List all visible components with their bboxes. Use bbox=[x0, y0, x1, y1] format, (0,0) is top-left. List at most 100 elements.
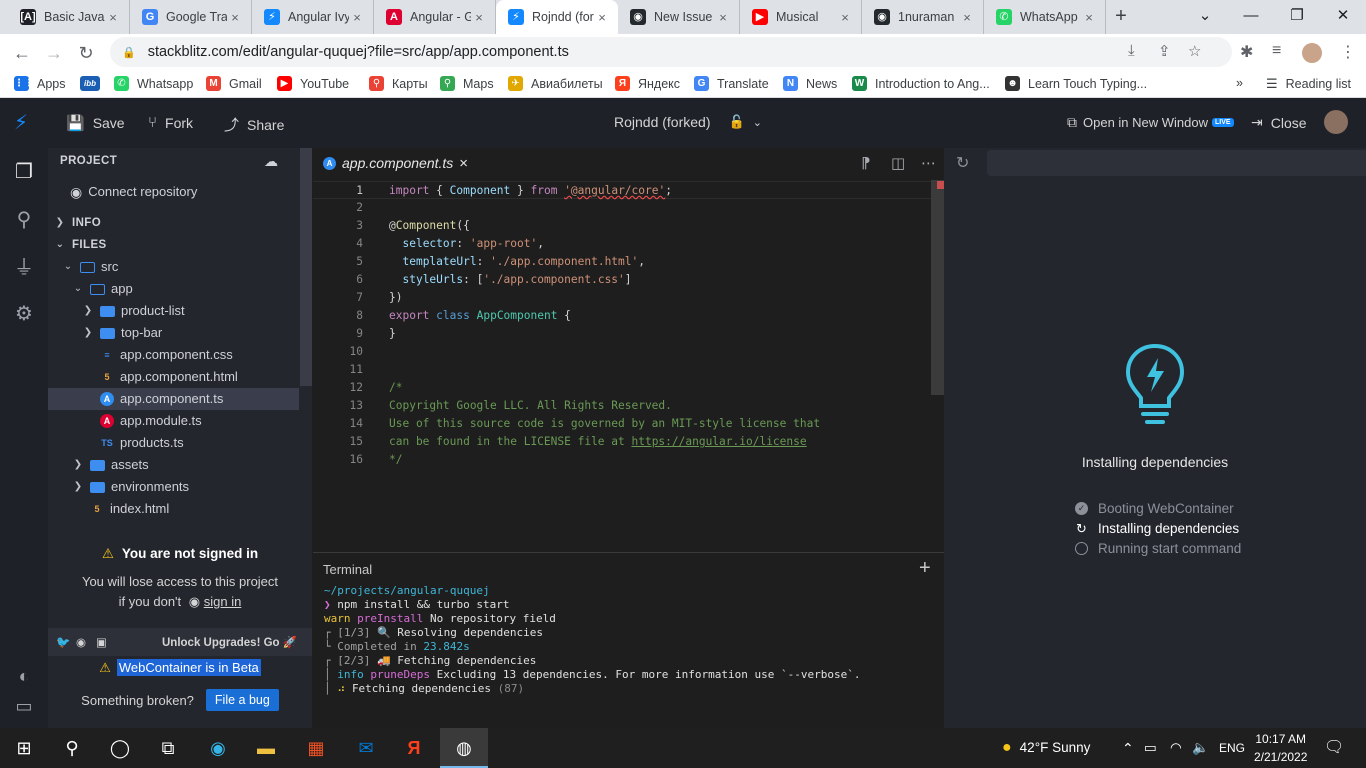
browser-tab[interactable]: ◉ 1nuraman × bbox=[862, 0, 984, 34]
layout-panel-icon[interactable]: ▭ bbox=[14, 696, 34, 716]
gear-icon[interactable]: ⚙ bbox=[10, 300, 38, 328]
folder-item[interactable]: ⌄ src bbox=[48, 256, 299, 278]
bookmark-item[interactable]: W Introduction to Ang... bbox=[852, 76, 990, 91]
new-tab-button[interactable]: + bbox=[1106, 0, 1136, 34]
cloud-upload-icon[interactable]: ☁ bbox=[264, 150, 278, 172]
save-button[interactable]: 💾 Save bbox=[66, 114, 125, 132]
twitter-icon[interactable]: 🐦 bbox=[56, 635, 70, 649]
browser-tab[interactable]: ▶ Musical × bbox=[740, 0, 862, 34]
code-line[interactable]: 9} bbox=[313, 325, 931, 343]
browser-menu-icon[interactable]: ⋮ bbox=[1340, 42, 1356, 62]
file-item[interactable]: Aapp.module.ts bbox=[48, 410, 299, 432]
theme-toggle-icon[interactable]: ◐ bbox=[14, 666, 34, 686]
share-page-icon[interactable]: ⇪ bbox=[1158, 42, 1171, 60]
file-item[interactable]: ≡ app.component.css bbox=[48, 344, 299, 366]
code-line[interactable]: 8 export class AppComponent { bbox=[313, 307, 931, 325]
folder-item[interactable]: ❯ environments bbox=[48, 476, 299, 498]
file-item[interactable]: Aapp.component.ts bbox=[48, 388, 299, 410]
bookmark-item[interactable]: ibb bbox=[80, 76, 108, 91]
share-button[interactable]: ⤴ Share bbox=[224, 114, 284, 135]
tab-close-icon[interactable]: × bbox=[471, 10, 487, 25]
bookmark-item[interactable]: ▶ YouTube bbox=[277, 76, 349, 91]
search-icon[interactable]: ⚲ bbox=[10, 206, 38, 234]
search-icon[interactable]: ⚲ bbox=[48, 728, 96, 768]
bookmark-item[interactable]: Я Яндекс bbox=[615, 76, 680, 91]
browser-tab[interactable]: [A] Basic JavaScr× bbox=[8, 0, 130, 34]
language-indicator[interactable]: ENG bbox=[1219, 728, 1245, 768]
tab-app-component-ts[interactable]: A app.component.ts × bbox=[313, 148, 479, 178]
code-line[interactable]: 16 */ bbox=[313, 451, 931, 469]
project-title-button[interactable]: Rojndd (forked) 🔓 ⌄ bbox=[614, 114, 762, 130]
unlock-upgrades-link[interactable]: Unlock Upgrades! Go 🚀 bbox=[162, 635, 297, 649]
bookmark-item[interactable]: ⋮⋮ Apps bbox=[14, 76, 66, 91]
browser-tab[interactable]: ✆ WhatsApp × bbox=[984, 0, 1106, 34]
code-line[interactable]: 6 styleUrls: ['./app.component.css'] bbox=[313, 271, 931, 289]
tab-close-icon[interactable]: × bbox=[1081, 10, 1097, 25]
code-line[interactable]: 3 @Component({ bbox=[313, 217, 931, 235]
install-app-icon[interactable]: ⤓ bbox=[1128, 42, 1135, 59]
minimize-button[interactable]: — bbox=[1228, 0, 1274, 34]
code-line[interactable]: 4 selector: 'app-root', bbox=[313, 235, 931, 253]
files-section-toggle[interactable]: ⌄ FILES bbox=[48, 234, 299, 256]
file-bug-button[interactable]: File a bug bbox=[205, 689, 279, 711]
browser-tab[interactable]: G Google Trans× bbox=[130, 0, 252, 34]
task-view-icon[interactable]: ⧉ bbox=[144, 728, 192, 768]
discord-icon[interactable]: ▣ bbox=[96, 635, 107, 649]
extensions-icon[interactable]: ✱ bbox=[1240, 42, 1253, 62]
code-area[interactable]: 1 import { Component } from '@angular/cor… bbox=[313, 180, 944, 552]
code-line[interactable]: 7}) bbox=[313, 289, 931, 307]
bookmark-item[interactable]: ⚲ Maps bbox=[440, 76, 494, 91]
preview-url-bar[interactable] bbox=[987, 150, 1366, 176]
sign-in-link[interactable]: sign in bbox=[204, 594, 242, 609]
bookmark-star-icon[interactable]: ☆ bbox=[1188, 42, 1201, 60]
open-new-window-button[interactable]: ⧉ Open in New Window LIVE bbox=[1067, 114, 1234, 131]
reload-icon[interactable]: ↻ bbox=[70, 37, 102, 69]
browser-tab[interactable]: ⚡ Rojndd (fork × bbox=[496, 0, 618, 34]
code-line[interactable]: 12 /* bbox=[313, 379, 931, 397]
folder-item[interactable]: ⌄ app bbox=[48, 278, 299, 300]
code-line[interactable]: 14 Use of this source code is governed by… bbox=[313, 415, 931, 433]
windows-start-icon[interactable]: ⊞ bbox=[0, 728, 48, 768]
tab-close-icon[interactable]: × bbox=[959, 10, 975, 25]
code-line[interactable]: 2 bbox=[313, 199, 931, 217]
code-line[interactable]: 1 import { Component } from '@angular/cor… bbox=[313, 181, 931, 199]
code-line[interactable]: 11 bbox=[313, 361, 931, 379]
tab-search-icon[interactable]: ⌄ bbox=[1182, 0, 1228, 34]
tab-close-icon[interactable]: × bbox=[837, 10, 853, 25]
bookmarks-overflow-button[interactable]: » bbox=[1236, 76, 1243, 90]
more-actions-icon[interactable]: ⋯ bbox=[921, 154, 936, 172]
profile-avatar[interactable] bbox=[1302, 43, 1322, 63]
bookmark-item[interactable]: ✆ Whatsapp bbox=[114, 76, 193, 91]
browser-tab[interactable]: ⚡ Angular Ivy × bbox=[252, 0, 374, 34]
connect-repository-button[interactable]: ◉ Connect repository bbox=[48, 181, 299, 203]
code-line[interactable]: 10 bbox=[313, 343, 931, 361]
back-icon[interactable]: ← bbox=[6, 37, 38, 69]
folder-item[interactable]: ❯ assets bbox=[48, 454, 299, 476]
omnibox[interactable]: 🔒 stackblitz.com/edit/angular-ququej?fil… bbox=[110, 37, 1232, 67]
mail-icon[interactable]: ✉ bbox=[342, 728, 390, 768]
volume-icon[interactable]: 🔈 bbox=[1192, 728, 1209, 768]
wifi-icon[interactable]: ◠ bbox=[1170, 728, 1182, 768]
store-icon[interactable]: ▦ bbox=[292, 728, 340, 768]
notifications-icon[interactable]: 🗨 bbox=[1324, 728, 1344, 768]
weather-widget[interactable]: ● 42°F Sunny bbox=[1002, 728, 1090, 768]
code-line[interactable]: 5 templateUrl: './app.component.html', bbox=[313, 253, 931, 271]
file-item[interactable]: TS products.ts bbox=[48, 432, 299, 454]
browser-tab[interactable]: ◉ New Issue × bbox=[618, 0, 740, 34]
stackblitz-logo-icon[interactable]: ⚡ bbox=[14, 110, 28, 135]
code-line[interactable]: 13 Copyright Google LLC. All Rights Reser… bbox=[313, 397, 931, 415]
url-text[interactable]: stackblitz.com/edit/angular-ququej?file=… bbox=[148, 44, 569, 60]
terminal-panel[interactable]: Terminal + ~/projects/angular-ququej ❯ np… bbox=[313, 552, 944, 728]
file-item[interactable]: 5 index.html bbox=[48, 498, 299, 520]
tab-close-icon[interactable]: × bbox=[105, 10, 121, 25]
file-explorer-icon[interactable]: ▬ bbox=[242, 728, 290, 768]
close-preview-button[interactable]: ⇥ Close bbox=[1251, 114, 1307, 131]
chrome-icon[interactable]: ◍ bbox=[440, 728, 488, 768]
fork-button[interactable]: ⑂ Fork bbox=[148, 114, 193, 131]
bookmark-item[interactable]: G Translate bbox=[694, 76, 769, 91]
edge-icon[interactable]: ◉ bbox=[194, 728, 242, 768]
info-section-toggle[interactable]: ❯ INFO bbox=[48, 212, 299, 234]
forward-icon[interactable]: → bbox=[38, 37, 70, 69]
prettier-icon[interactable]: ⁋ bbox=[861, 154, 871, 172]
new-terminal-button[interactable]: + bbox=[919, 557, 931, 580]
